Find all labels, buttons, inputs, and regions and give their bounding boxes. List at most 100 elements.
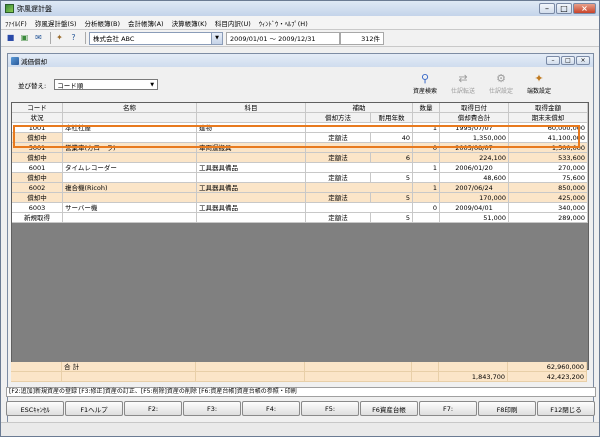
col-book-value[interactable]: 期末未償却	[509, 113, 588, 123]
cell-qty: 0	[413, 203, 440, 213]
cell-blank	[197, 213, 306, 223]
minimize-button[interactable]: –	[539, 3, 555, 14]
sort-row: 並び替え: コード順 ▼	[18, 79, 159, 90]
cell-depr-total: 48,600	[440, 173, 509, 183]
f4-button[interactable]: F4:	[242, 401, 300, 416]
col-method[interactable]: 償却方法	[306, 113, 371, 123]
cell-life: 6	[371, 153, 413, 163]
cell-blank	[63, 193, 197, 203]
col-date[interactable]: 取得日付	[440, 103, 509, 113]
cell-blank	[197, 153, 306, 163]
col-hojo[interactable]: 補助	[306, 103, 413, 113]
app-icon	[5, 4, 14, 13]
col-qty[interactable]: 数量	[413, 103, 440, 113]
asset-search-button[interactable]: ⚲ 資産検索	[406, 71, 444, 96]
col-amount[interactable]: 取得金額	[509, 103, 588, 113]
panel-maximize-button[interactable]: □	[561, 56, 575, 65]
toolbar-separator	[50, 32, 51, 44]
esc-cancel-button[interactable]: ESCｷｬﾝｾﾙ	[6, 401, 64, 416]
journal-settings-label: 仕訳設定	[488, 88, 513, 95]
save-icon[interactable]: ■	[5, 33, 16, 44]
chevron-down-icon[interactable]: ▼	[211, 32, 222, 44]
rounding-settings-button[interactable]: ✦ 端数設定	[520, 71, 558, 96]
total-row-2: 1,843,700 42,423,200	[11, 372, 589, 382]
menu-file[interactable]: ﾌｧｲﾙ(F)	[5, 18, 27, 28]
close-button[interactable]: ×	[573, 3, 596, 14]
panel-close-button[interactable]: ×	[576, 56, 590, 65]
table-row[interactable]: 6001 タイムレコーダー 工具器具備品 1 2006/01/20 270,00…	[12, 163, 588, 173]
total-depr: 1,843,700	[439, 372, 508, 382]
menu-app[interactable]: 弥風遅計盤(S)	[35, 18, 77, 28]
col-subject[interactable]: 科目	[197, 103, 306, 113]
col-code[interactable]: コード	[12, 103, 63, 113]
f3-button[interactable]: F3:	[183, 401, 241, 416]
table-row[interactable]: 償却中 定額法 5 48,600 75,600	[12, 173, 588, 183]
cell-depr-total: 51,000	[440, 213, 509, 223]
help-icon[interactable]: ?	[68, 33, 79, 44]
journal-transfer-button[interactable]: ⇄ 仕訳転送	[444, 71, 482, 96]
col-depr-total[interactable]: 償却費合計	[440, 113, 509, 123]
total-section: 合 計 62,960,000 1,843,700 42,423,200	[11, 362, 589, 382]
total-book-value: 42,423,200	[508, 372, 587, 382]
cell-depr-total: 224,100	[440, 153, 509, 163]
menu-accounting[interactable]: 会計帳簿(A)	[128, 18, 164, 28]
mail-icon[interactable]: ✉	[33, 33, 44, 44]
chevron-down-icon[interactable]: ▼	[148, 81, 156, 88]
col-status[interactable]: 状況	[12, 113, 63, 123]
cell-name: サーバー機	[63, 203, 197, 213]
f5-button[interactable]: F5:	[301, 401, 359, 416]
function-key-bar: ESCｷｬﾝｾﾙ F1ヘルプ F2: F3: F4: F5: F6資産台帳 F7…	[6, 401, 596, 418]
book-icon[interactable]: ▣	[19, 33, 30, 44]
cell-name: タイムレコーダー	[63, 163, 197, 173]
panel-minimize-button[interactable]: –	[546, 56, 560, 65]
cell-blank	[197, 193, 306, 203]
cell-blank	[412, 372, 439, 382]
f2-button[interactable]: F2:	[124, 401, 182, 416]
tool-icon[interactable]: ✦	[54, 33, 65, 44]
title-bar: 弥風遅計盤 – □ ×	[1, 1, 599, 16]
table-row[interactable]: 6002 複合機(Ricoh) 工具器具備品 1 2007/06/24 850,…	[12, 183, 588, 193]
sort-select[interactable]: コード順 ▼	[54, 79, 159, 90]
menu-breakdown[interactable]: 科目内訳(U)	[215, 18, 251, 28]
function-key-hint: [F2:追加]新規資産の登録 [F3:修正]資産の訂正、[F5:削除]資産の削除…	[6, 387, 596, 397]
f6-asset-ledger-button[interactable]: F6資産台帳	[360, 401, 418, 416]
f8-print-button[interactable]: F8印刷	[478, 401, 536, 416]
journal-settings-button[interactable]: ⚙ 仕訳設定	[482, 71, 520, 96]
cell-book-value: 289,000	[509, 213, 588, 223]
grid-header-row-1: コード 名称 科目 補助 数量 取得日付 取得金額	[12, 103, 588, 113]
cell-status: 新規取得	[12, 213, 63, 223]
cell-life: 5	[371, 193, 413, 203]
cell-blank	[196, 362, 305, 372]
cell-code: 6002	[12, 183, 63, 193]
cell-amount: 340,000	[509, 203, 588, 213]
total-label: 合 計	[62, 362, 196, 372]
menu-window-help[interactable]: ｳｨﾝﾄﾞｳ・ﾍﾙﾌﾟ(H)	[259, 18, 308, 28]
maximize-button[interactable]: □	[556, 3, 572, 14]
search-icon: ⚲	[420, 71, 430, 85]
f12-close-button[interactable]: F12閉じる	[537, 401, 595, 416]
cell-blank	[412, 362, 439, 372]
col-blank	[413, 113, 440, 123]
col-life[interactable]: 耐用年数	[371, 113, 413, 123]
rounding-settings-label: 端数設定	[526, 88, 551, 95]
cell-code: 6003	[12, 203, 63, 213]
menu-analysis[interactable]: 分析帳簿(B)	[85, 18, 121, 28]
total-row-1: 合 計 62,960,000	[11, 362, 589, 372]
col-name[interactable]: 名称	[63, 103, 197, 113]
table-row[interactable]: 償却中 定額法 5 170,000 425,000	[12, 193, 588, 203]
f7-button[interactable]: F7:	[419, 401, 477, 416]
company-select[interactable]: 株式会社 ABC ▼	[89, 31, 223, 45]
col-blank	[197, 113, 306, 123]
cell-book-value: 533,600	[509, 153, 588, 163]
cell-hojo	[306, 163, 413, 173]
cell-blank	[11, 362, 62, 372]
menu-closing[interactable]: 決算帳簿(K)	[172, 18, 207, 28]
f1-help-button[interactable]: F1ヘルプ	[65, 401, 123, 416]
cell-date: 2007/06/24	[440, 183, 509, 193]
cell-hojo	[306, 203, 413, 213]
table-row[interactable]: 6003 サーバー機 工具器具備品 0 2009/04/01 340,000	[12, 203, 588, 213]
depreciation-panel: 減価償却 – □ × 並び替え: コード順 ▼ ⚲ 資産検索 ⇄ 仕訳転送 ⚙ …	[7, 53, 594, 423]
cell-blank	[413, 213, 440, 223]
table-row[interactable]: 新規取得 定額法 5 51,000 289,000	[12, 213, 588, 223]
table-row[interactable]: 償却中 定額法 6 224,100 533,600	[12, 153, 588, 163]
